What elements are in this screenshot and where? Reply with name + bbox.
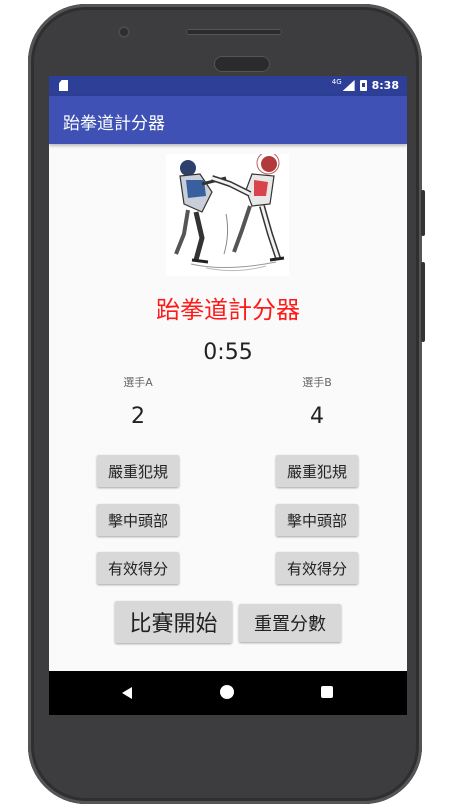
power-button <box>421 190 425 236</box>
back-icon[interactable] <box>122 687 132 699</box>
start-match-button[interactable]: 比賽開始 <box>115 601 232 643</box>
earpiece-top <box>186 29 282 35</box>
app-heading: 跆拳道計分器 <box>156 296 300 324</box>
player-a-severe-foul-button[interactable]: 嚴重犯規 <box>97 455 179 487</box>
recents-icon[interactable] <box>321 686 333 698</box>
match-timer: 0:55 <box>203 340 253 365</box>
device-screen: 4G 8:38 跆拳道計分器 跆拳道計分器 0:55 選手A 選手B 2 4 嚴… <box>49 76 407 715</box>
volume-button <box>421 262 425 342</box>
player-a-score: 2 <box>131 404 145 429</box>
player-a-label: 選手A <box>123 376 153 389</box>
reset-score-button[interactable]: 重置分數 <box>239 604 341 642</box>
navigation-bar <box>49 671 407 715</box>
player-b-valid-score-button[interactable]: 有效得分 <box>276 552 358 584</box>
player-b-head-hit-button[interactable]: 擊中頭部 <box>276 504 358 536</box>
status-time: 8:38 <box>371 79 399 92</box>
player-b-score: 4 <box>310 404 324 429</box>
home-icon[interactable] <box>220 685 234 699</box>
front-camera <box>118 26 130 38</box>
player-a-head-hit-button[interactable]: 擊中頭部 <box>97 504 179 536</box>
battery-icon <box>359 80 367 91</box>
sim-card-icon <box>59 80 68 91</box>
main-content: 跆拳道計分器 0:55 選手A 選手B 2 4 嚴重犯規 擊中頭部 有效得分 嚴… <box>49 144 407 671</box>
taekwondo-fighters-illustration <box>166 154 289 276</box>
signal-icon <box>342 80 355 91</box>
status-bar: 4G 8:38 <box>49 76 407 96</box>
player-b-label: 選手B <box>302 376 332 389</box>
network-type: 4G <box>331 77 342 86</box>
earpiece-bottom <box>214 56 270 72</box>
player-b-severe-foul-button[interactable]: 嚴重犯規 <box>276 455 358 487</box>
app-title: 跆拳道計分器 <box>63 114 165 134</box>
app-bar: 跆拳道計分器 <box>49 96 407 144</box>
player-a-valid-score-button[interactable]: 有效得分 <box>97 552 179 584</box>
